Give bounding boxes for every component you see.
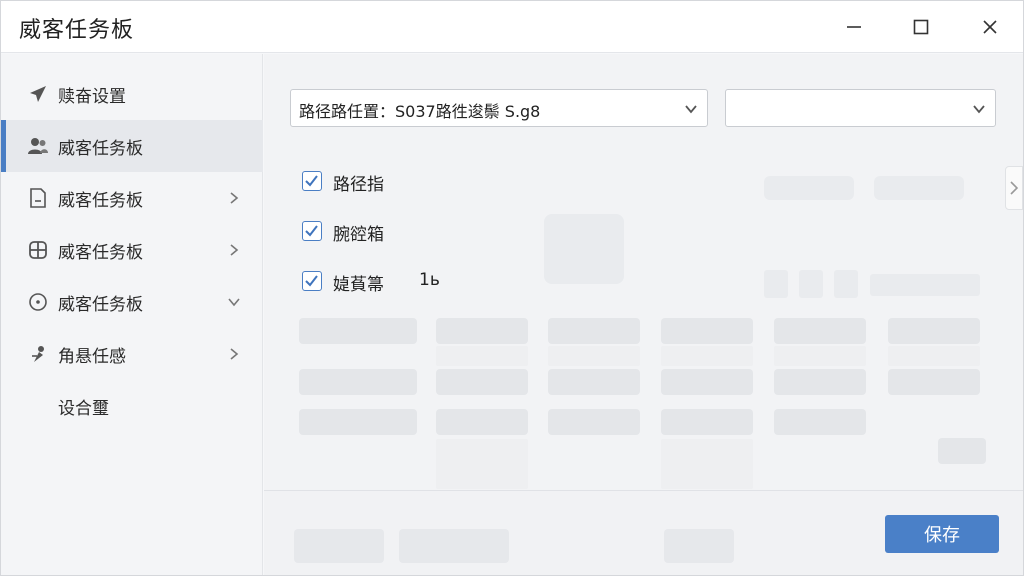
maximize-button[interactable] — [904, 11, 938, 43]
sidebar-item-label: 威客任务板 — [58, 191, 143, 211]
sidebar-item-1[interactable]: 威客任务板 — [1, 120, 263, 172]
check-icon — [305, 175, 318, 187]
sidebar-item-label: 威客任务板 — [58, 139, 143, 159]
sidebar-item-label: 设合璽 — [58, 399, 109, 419]
checkbox-label: 腕谾箱 — [333, 225, 384, 245]
chevron-right-icon — [225, 241, 243, 259]
sidebar-item-5[interactable]: 角悬任感 — [1, 328, 263, 380]
sidebar-item-label: 威客任务板 — [58, 243, 143, 263]
sidebar-item-0[interactable]: 赎奋设置 — [1, 68, 263, 120]
sidebar: 赎奋设置 威客任务板 威客任务板 威客任务板 威客任务板 角悬任感 设合璽 — [1, 54, 263, 575]
pin-icon — [27, 343, 49, 365]
chevron-right-icon — [225, 189, 243, 207]
save-button[interactable]: 保存 — [885, 515, 999, 553]
sidebar-item-label: 威客任务板 — [58, 295, 143, 315]
minimize-button[interactable] — [837, 11, 871, 43]
sidebar-item-2[interactable]: 威客任务板 — [1, 172, 263, 224]
sidebar-item-label: 角悬任感 — [58, 347, 126, 367]
circle-icon — [27, 291, 49, 313]
checkbox-2[interactable] — [302, 271, 322, 291]
checkbox-0[interactable] — [302, 171, 322, 191]
document-icon — [27, 187, 49, 209]
chevron-right-icon — [1010, 181, 1019, 195]
close-button[interactable] — [973, 11, 1007, 43]
chevron-right-icon — [225, 345, 243, 363]
chevron-down-icon — [685, 105, 697, 114]
chevron-down-icon — [973, 105, 985, 114]
check-icon — [305, 275, 318, 287]
chevron-down-icon — [225, 293, 243, 311]
sidebar-item-3[interactable]: 威客任务板 — [1, 224, 263, 276]
checkbox-label: 媫萯箒 — [333, 275, 384, 295]
checkbox-label: 路径指 — [333, 175, 384, 195]
window-title: 威客任务板 — [19, 18, 135, 43]
sidebar-item-6[interactable]: 设合璽 — [1, 380, 263, 432]
title-bar: 威客任务板 — [1, 1, 1023, 53]
send-icon — [27, 83, 49, 105]
checkbox-1[interactable] — [302, 221, 322, 241]
footer-bar: 保存 — [264, 490, 1023, 575]
main-content: 路径路任置：S037路徃逡鬃 S.g8 路径指 腕谾箱 媫萯箒 1ь — [264, 54, 1023, 490]
route-select-value: 路径路任置：S037路徃逡鬃 S.g8 — [299, 102, 541, 121]
minimize-icon — [847, 26, 861, 28]
route-select[interactable]: 路径路任置：S037路徃逡鬃 S.g8 — [290, 89, 708, 127]
secondary-select[interactable] — [725, 89, 996, 127]
maximize-icon — [913, 19, 929, 35]
app-window: 威客任务板 赎奋设置 威客任务板 威客任务板 威客任务板 威客任务板 角悬任感 … — [0, 0, 1024, 576]
sidebar-item-4[interactable]: 威客任务板 — [1, 276, 263, 328]
close-icon — [983, 20, 997, 34]
grid-icon — [27, 239, 49, 261]
sidebar-item-label: 赎奋设置 — [58, 87, 126, 107]
panel-expand-button[interactable] — [1005, 166, 1023, 210]
users-icon — [27, 135, 49, 157]
check-icon — [305, 225, 318, 237]
checkbox-extra-value: 1ь — [419, 270, 440, 290]
